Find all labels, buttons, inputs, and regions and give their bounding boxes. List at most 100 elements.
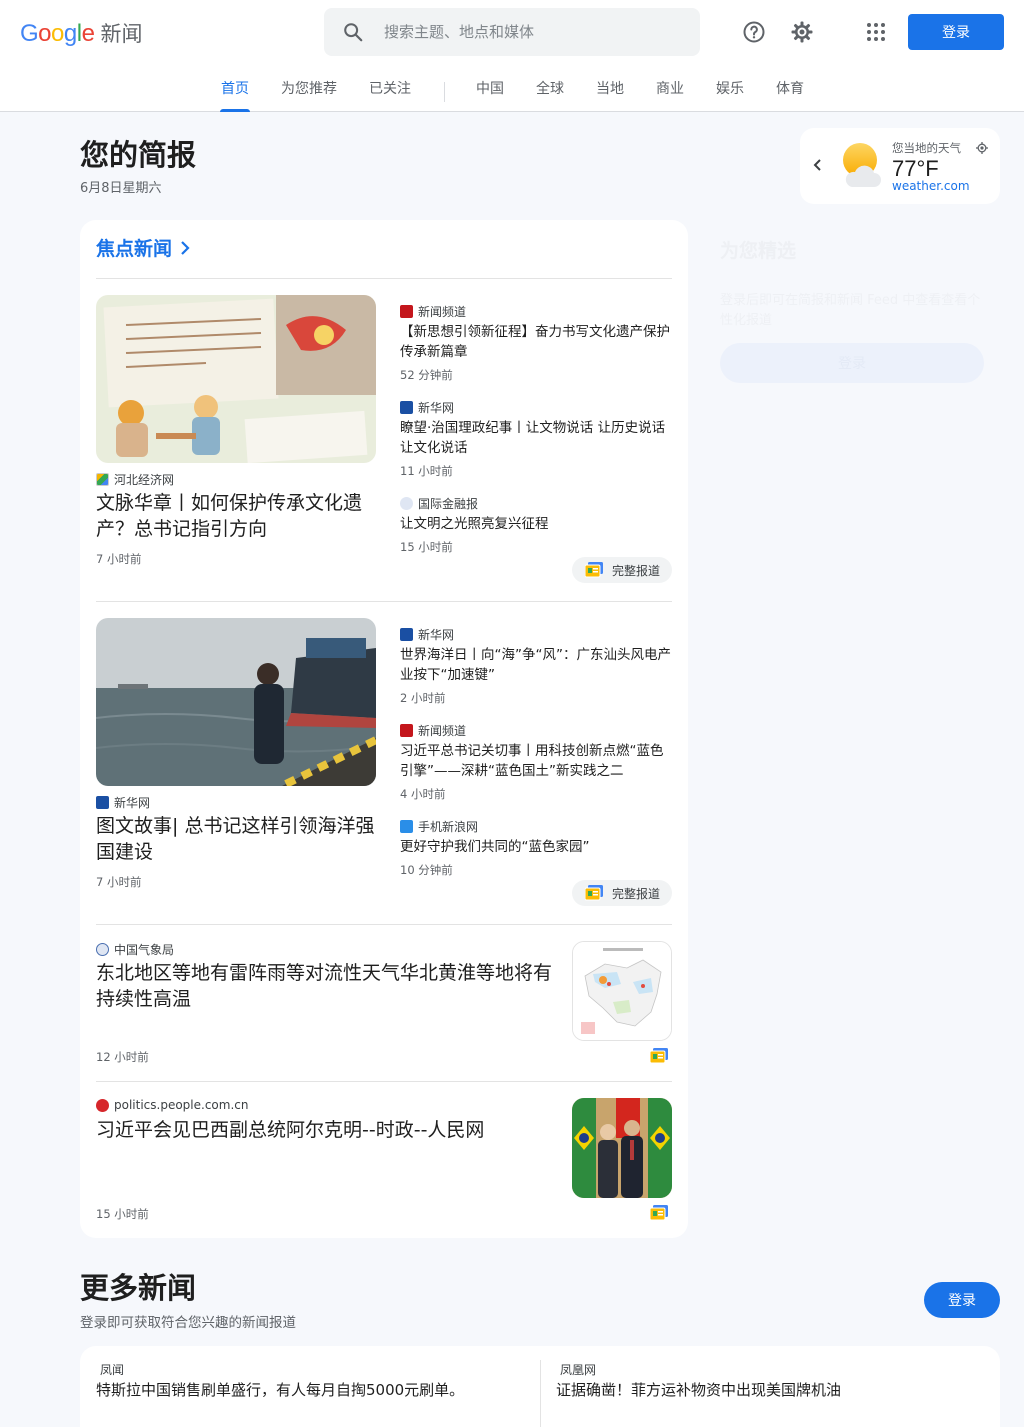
source-name: 河北经济网 bbox=[114, 473, 175, 487]
story-image-meeting[interactable] bbox=[572, 1098, 672, 1198]
tab-world[interactable]: 全球 bbox=[535, 78, 565, 112]
weather-label: 您当地的天气 bbox=[892, 141, 961, 155]
headline[interactable]: 图文故事| 总书记这样引领海洋强国建设 bbox=[96, 813, 380, 865]
top-stories-label: 焦点新闻 bbox=[96, 238, 173, 260]
headline[interactable]: 东北地区等地有雷阵雨等对流性天气华北黄淮等地将有持续性高温 bbox=[96, 960, 562, 1012]
apps-grid-icon[interactable] bbox=[861, 17, 891, 47]
headline[interactable]: 证据确凿！菲方运补物资中出现美国牌机油 bbox=[556, 1380, 976, 1401]
timestamp: 7 小时前 bbox=[96, 875, 142, 889]
full-coverage-icon-button[interactable] bbox=[649, 1205, 668, 1225]
source-name: 新闻频道 bbox=[418, 305, 467, 319]
for-you-title: 为您精选 bbox=[720, 240, 797, 262]
story-image-weather-map[interactable] bbox=[572, 941, 672, 1041]
tab-divider bbox=[444, 82, 445, 102]
timestamp: 10 分钟前 bbox=[400, 863, 453, 877]
timestamp: 15 小时前 bbox=[96, 1207, 149, 1221]
timestamp: 4 小时前 bbox=[400, 787, 446, 801]
full-coverage-button[interactable]: 完整报道 bbox=[572, 557, 672, 583]
publisher-logo-icon bbox=[400, 305, 413, 318]
source-name: 手机新浪网 bbox=[418, 820, 479, 834]
google-news-logo[interactable]: Google 新闻 bbox=[20, 18, 142, 48]
more-news-title: 更多新闻 bbox=[80, 1271, 197, 1305]
tab-following[interactable]: 已关注 bbox=[368, 78, 412, 112]
timestamp: 12 小时前 bbox=[96, 1050, 149, 1064]
related-headline[interactable]: 习近平总书记关切事丨用科技创新点燃“蓝色引擎”——深耕“蓝色国土”新实践之二 bbox=[400, 741, 672, 781]
source-name: 新华网 bbox=[418, 401, 455, 415]
source-ifeng[interactable]: 凤凰网 bbox=[560, 1361, 596, 1378]
source-people[interactable]: politics.people.com.cn bbox=[96, 1098, 248, 1112]
tab-for-you[interactable]: 为您推荐 bbox=[280, 78, 338, 112]
publisher-logo-icon bbox=[400, 497, 413, 510]
gear-icon[interactable] bbox=[787, 17, 817, 47]
top-stories-heading[interactable]: 焦点新闻 bbox=[96, 234, 190, 261]
divider bbox=[540, 1360, 541, 1427]
source-name: 新华网 bbox=[114, 796, 151, 810]
logo-wordmark: Google bbox=[20, 20, 95, 47]
full-coverage-icon bbox=[585, 562, 603, 578]
source-name: politics.people.com.cn bbox=[114, 1098, 249, 1112]
weather-source-link[interactable]: weather.com bbox=[892, 179, 970, 193]
source-name: 凤闻 bbox=[100, 1363, 125, 1377]
search-icon[interactable] bbox=[342, 21, 364, 43]
tab-entertainment[interactable]: 娱乐 bbox=[715, 78, 745, 112]
full-coverage-label: 完整报道 bbox=[612, 886, 661, 901]
publisher-logo-icon bbox=[400, 401, 413, 414]
help-icon[interactable] bbox=[739, 17, 769, 47]
related-headline[interactable]: 让文明之光照亮复兴征程 bbox=[400, 514, 672, 534]
full-coverage-icon-button[interactable] bbox=[649, 1048, 668, 1068]
publisher-logo-icon bbox=[96, 1098, 109, 1112]
source-xinhua[interactable]: 新华网 bbox=[400, 626, 454, 643]
headline[interactable]: 文脉华章丨如何保护传承文化遗产？总书记指引方向 bbox=[96, 490, 380, 542]
related-headline[interactable]: 更好守护我们共同的“蓝色家园” bbox=[400, 837, 672, 857]
source-name: 国际金融报 bbox=[418, 497, 479, 511]
source-xinhua[interactable]: 新华网 bbox=[96, 794, 150, 811]
tab-home[interactable]: 首页 bbox=[220, 78, 250, 112]
related-headline[interactable]: 瞭望·治国理政纪事丨让文物说话 让历史说话 让文化说话 bbox=[400, 418, 672, 458]
for-you-signin-button[interactable]: 登录 bbox=[720, 343, 984, 383]
section-tabs: 首页 为您推荐 已关注 中国 全球 当地 商业 娱乐 体育 bbox=[0, 78, 1024, 112]
timestamp: 11 小时前 bbox=[400, 464, 453, 478]
divider bbox=[96, 278, 672, 279]
full-coverage-button[interactable]: 完整报道 bbox=[572, 880, 672, 906]
location-target-icon[interactable] bbox=[976, 142, 988, 154]
source-fengwen[interactable]: 凤闻 bbox=[100, 1361, 124, 1378]
for-you-text: 登录后即可在简报和新闻 Feed 中查看查看个性化报道 bbox=[720, 293, 981, 328]
publisher-logo-icon bbox=[400, 724, 413, 737]
source-heibei[interactable]: 河北经济网 bbox=[96, 471, 174, 488]
timestamp: 2 小时前 bbox=[400, 691, 446, 705]
source-sina[interactable]: 手机新浪网 bbox=[400, 818, 478, 835]
source-cma[interactable]: 中国气象局 bbox=[96, 941, 174, 958]
full-coverage-icon bbox=[649, 1205, 668, 1221]
signin-button[interactable]: 登录 bbox=[908, 14, 1004, 50]
tab-sports[interactable]: 体育 bbox=[775, 78, 805, 112]
source-name: 新闻频道 bbox=[418, 724, 467, 738]
top-bar: Google 新闻 登录 首页 为您推荐 已关注 中国 全球 当地 商业 娱乐 … bbox=[0, 0, 1024, 112]
source-news-channel[interactable]: 新闻频道 bbox=[400, 303, 466, 320]
partly-sunny-icon bbox=[843, 143, 881, 187]
headline[interactable]: 特斯拉中国销售刷单盛行，有人每月自掏5000元刷单。 bbox=[96, 1380, 476, 1401]
tab-business[interactable]: 商业 bbox=[655, 78, 685, 112]
timestamp: 52 分钟前 bbox=[400, 368, 453, 382]
weather-widget[interactable]: 您当地的天气 77°F weather.com bbox=[800, 128, 1000, 204]
tab-local[interactable]: 当地 bbox=[595, 78, 625, 112]
source-name: 凤凰网 bbox=[560, 1363, 597, 1377]
related-headline[interactable]: 【新思想引领新征程】奋力书写文化遗产保护传承新篇章 bbox=[400, 322, 672, 362]
headline[interactable]: 习近平会见巴西副总统阿尔克明--时政--人民网 bbox=[96, 1117, 562, 1143]
source-news-channel[interactable]: 新闻频道 bbox=[400, 722, 466, 739]
publisher-logo-icon bbox=[400, 820, 413, 833]
source-xinhua[interactable]: 新华网 bbox=[400, 399, 454, 416]
source-ifn[interactable]: 国际金融报 bbox=[400, 495, 478, 512]
more-news-signin-button[interactable]: 登录 bbox=[924, 1282, 1000, 1318]
briefing-date: 6月8日星期六 bbox=[80, 181, 162, 196]
page-title: 您的简报 bbox=[80, 138, 197, 172]
search-input[interactable] bbox=[384, 23, 664, 41]
divider bbox=[96, 924, 672, 925]
publisher-logo-icon bbox=[96, 796, 109, 809]
related-headline[interactable]: 世界海洋日丨向“海”争“风”：广东汕头风电产业按下“加速键” bbox=[400, 645, 672, 685]
search-box[interactable] bbox=[324, 8, 700, 56]
tab-china[interactable]: 中国 bbox=[475, 78, 505, 112]
story-image-ocean[interactable] bbox=[96, 618, 376, 786]
more-news-card: 凤闻 特斯拉中国销售刷单盛行，有人每月自掏5000元刷单。 凤凰网 证据确凿！菲… bbox=[80, 1346, 1000, 1427]
story-image-heritage[interactable] bbox=[96, 295, 376, 463]
chevron-left-icon[interactable] bbox=[812, 158, 824, 172]
